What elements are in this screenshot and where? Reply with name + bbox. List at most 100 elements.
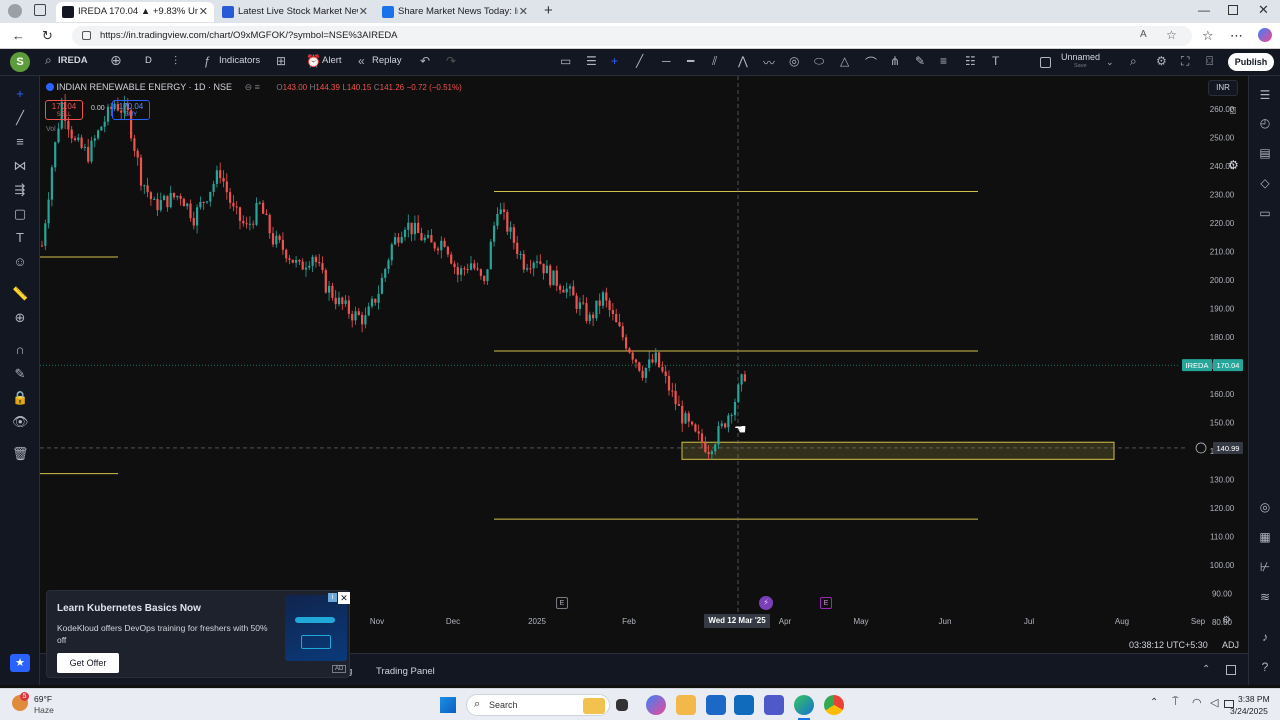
candle-body[interactable]: [298, 259, 301, 262]
symbol-search[interactable]: IREDA: [58, 55, 88, 66]
candle-body[interactable]: [377, 293, 380, 303]
lock-icon[interactable]: 🔒: [12, 390, 28, 406]
candle-body[interactable]: [242, 220, 245, 224]
candle-body[interactable]: [535, 261, 539, 263]
candle-body[interactable]: [506, 211, 509, 232]
candle-body[interactable]: [700, 433, 704, 443]
pine-editor-icon[interactable]: ⊬: [1257, 560, 1273, 576]
candle-body[interactable]: [410, 222, 413, 235]
replay-icon[interactable]: «: [358, 54, 365, 68]
candle-body[interactable]: [212, 183, 215, 192]
candle-body[interactable]: [621, 326, 624, 338]
candle-body[interactable]: [519, 254, 522, 256]
candle-body[interactable]: [417, 222, 420, 233]
zoom-icon[interactable]: ⊕: [12, 310, 28, 326]
candle-body[interactable]: [390, 244, 393, 261]
candle-body[interactable]: [176, 195, 179, 198]
ad-image[interactable]: [285, 595, 347, 661]
clock-date[interactable]: 3/24/2025: [1230, 706, 1268, 716]
candle-body[interactable]: [219, 170, 222, 178]
trading-panel-tab[interactable]: Trading Panel: [376, 666, 435, 677]
candle-body[interactable]: [562, 289, 565, 293]
outlook-icon[interactable]: [734, 695, 754, 715]
candle-body[interactable]: [661, 366, 664, 372]
candle-body[interactable]: [295, 259, 298, 263]
candle-body[interactable]: [80, 137, 83, 148]
candle-body[interactable]: [489, 241, 492, 270]
cursor-tool-icon[interactable]: +: [12, 86, 28, 102]
candle-body[interactable]: [202, 201, 205, 203]
candle-body[interactable]: [479, 269, 482, 276]
candle-body[interactable]: [674, 390, 677, 405]
candle-body[interactable]: [318, 262, 321, 264]
trendline-icon[interactable]: ╱: [12, 110, 28, 126]
candle-body[interactable]: [667, 376, 671, 391]
candle-body[interactable]: [196, 207, 199, 226]
candle-body[interactable]: [304, 267, 308, 270]
candle-body[interactable]: [311, 256, 314, 266]
candle-body[interactable]: [598, 300, 601, 306]
candle-body[interactable]: [337, 297, 341, 305]
candle-body[interactable]: [271, 233, 275, 245]
fib-retracement-icon[interactable]: ☷: [965, 54, 976, 68]
candle-body[interactable]: [611, 310, 614, 314]
trash-icon[interactable]: 🗑: [12, 446, 29, 462]
edge-icon[interactable]: [794, 695, 814, 715]
candle-body[interactable]: [67, 120, 70, 130]
alert-icon[interactable]: ⏰: [306, 54, 321, 68]
candle-body[interactable]: [446, 246, 449, 255]
candle-body[interactable]: [476, 268, 479, 270]
candle-body[interactable]: [697, 431, 700, 434]
candle-body[interactable]: [172, 192, 176, 198]
candle-body[interactable]: [516, 242, 519, 255]
new-tab-icon[interactable]: +: [544, 2, 553, 19]
indicators-icon[interactable]: ƒ: [204, 54, 211, 68]
curve-tool-icon[interactable]: ⌒: [865, 54, 877, 71]
candle-body[interactable]: [357, 311, 360, 315]
candle-body[interactable]: [440, 240, 443, 251]
target-icon[interactable]: ◎: [1257, 500, 1273, 516]
candle-body[interactable]: [575, 295, 578, 309]
earnings-event-icon[interactable]: E: [556, 597, 568, 609]
clock-time[interactable]: 3:38 PM: [1238, 694, 1270, 704]
pitchfork-icon[interactable]: ⋀: [738, 54, 748, 68]
restore-icon[interactable]: [1228, 5, 1238, 15]
stream-icon[interactable]: ≋: [1257, 590, 1273, 606]
candle-body[interactable]: [347, 300, 350, 314]
candle-body[interactable]: [483, 275, 486, 282]
candle-body[interactable]: [275, 235, 278, 245]
candle-body[interactable]: [694, 424, 697, 432]
interval-selector[interactable]: D: [145, 55, 152, 66]
candle-body[interactable]: [592, 314, 595, 319]
replay-button[interactable]: Replay: [372, 55, 402, 66]
candle-body[interactable]: [542, 263, 545, 274]
candle-body[interactable]: [248, 223, 251, 225]
earnings-future-icon[interactable]: E: [820, 597, 832, 609]
candle-body[interactable]: [631, 352, 634, 360]
candle-body[interactable]: [724, 423, 727, 428]
candle-body[interactable]: [628, 348, 631, 353]
refresh-icon[interactable]: ↻: [42, 28, 53, 44]
fib-tool-icon[interactable]: ☰: [586, 54, 597, 68]
candle-body[interactable]: [400, 236, 403, 243]
candle-body[interactable]: [225, 181, 228, 193]
candle-body[interactable]: [235, 206, 238, 208]
candle-body[interactable]: [433, 242, 436, 249]
candle-body[interactable]: [565, 288, 568, 293]
candle-body[interactable]: [97, 130, 100, 139]
candle-body[interactable]: [644, 367, 647, 378]
candle-body[interactable]: [133, 138, 136, 151]
candle-body[interactable]: [677, 404, 680, 406]
support-zone-rectangle[interactable]: [681, 441, 1115, 460]
forecast-icon[interactable]: ⇶: [12, 182, 28, 198]
candle-body[interactable]: [245, 223, 248, 225]
volume-label[interactable]: Vol: [46, 126, 56, 133]
candle-body[interactable]: [146, 185, 149, 193]
crosshair-tool-icon[interactable]: +: [611, 54, 618, 68]
candle-body[interactable]: [93, 138, 96, 141]
pattern-tool-icon[interactable]: ⋔: [890, 54, 900, 68]
candle-body[interactable]: [493, 225, 496, 242]
candle-body[interactable]: [443, 240, 446, 247]
browser-tab[interactable]: Share Market News Today: Indian✕: [376, 2, 534, 22]
browser-tab[interactable]: IREDA 170.04 ▲ +9.83% Unname✕: [56, 2, 214, 22]
